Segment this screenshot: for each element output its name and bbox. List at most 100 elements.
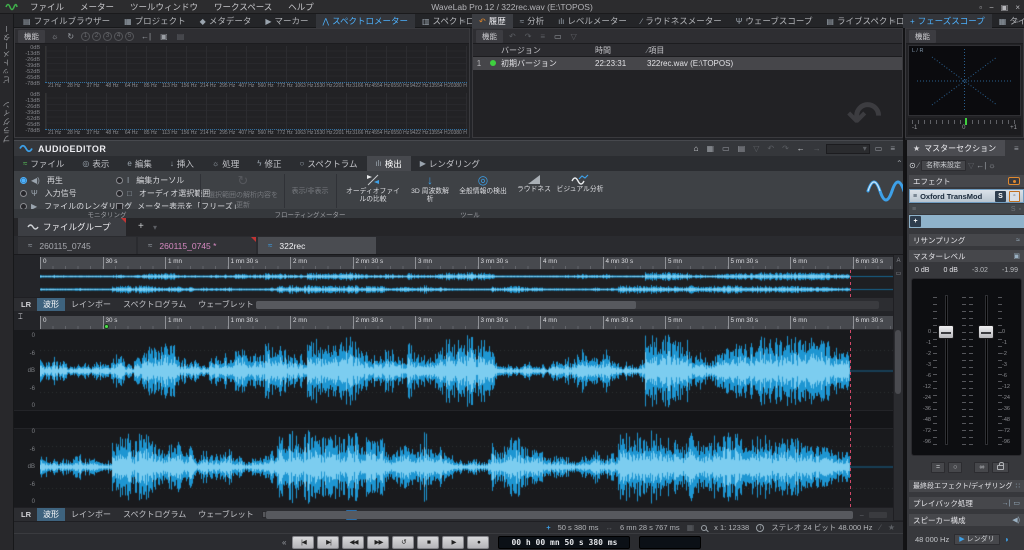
option-audio-selection[interactable]: □ オーディオ選択範囲 bbox=[116, 187, 210, 199]
rtab-correct[interactable]: ϟ修正 bbox=[248, 156, 290, 171]
panel-icon[interactable]: ▭ bbox=[896, 270, 902, 277]
menu-item[interactable]: メーター bbox=[72, 0, 122, 14]
rtab-view[interactable]: ◎表示 bbox=[73, 156, 118, 171]
column-item[interactable]: 項目 bbox=[648, 45, 664, 56]
gear-icon[interactable]: ☼ bbox=[988, 161, 995, 170]
zoom-slider[interactable] bbox=[869, 512, 887, 518]
view-tab-spectrogram[interactable]: スペクトログラム bbox=[117, 298, 192, 311]
main-ruler[interactable]: 030 s1 mn1 mn 30 s2 mn2 mn 30 s3 mn3 mn … bbox=[40, 316, 893, 330]
rtab-analyze[interactable]: ılı検出 bbox=[367, 156, 411, 171]
main-scrollbar[interactable] bbox=[266, 511, 853, 519]
menu-item[interactable]: ワークスペース bbox=[206, 0, 280, 14]
collapse-ribbon-icon[interactable]: ⌃ bbox=[896, 159, 903, 168]
redo-icon[interactable]: ↷ bbox=[782, 144, 789, 153]
overview-scrollbar[interactable] bbox=[256, 301, 879, 309]
functions-button[interactable]: 機能 bbox=[909, 30, 936, 43]
preset-button[interactable]: 3 bbox=[103, 32, 112, 41]
transport-button[interactable]: |◀ bbox=[292, 536, 314, 549]
rtab-file[interactable]: ≈ファイル bbox=[14, 156, 73, 171]
render-button[interactable]: ▶ レンダリ bbox=[954, 534, 999, 545]
column-version[interactable]: バージョン bbox=[473, 45, 595, 56]
time-display[interactable]: 00 h 00 mn 50 s 380 ms bbox=[498, 536, 630, 549]
menu-icon[interactable]: ≡ bbox=[461, 17, 466, 26]
rtab-edit[interactable]: e編集 bbox=[118, 156, 160, 171]
transport-button[interactable]: ▶| bbox=[317, 536, 339, 549]
tool-compare-audio-files[interactable]: オーディオファイルの比較 bbox=[342, 173, 404, 209]
preset-button[interactable]: 2 bbox=[92, 32, 101, 41]
tab-timecode[interactable]: ▦タイムコード bbox=[992, 14, 1024, 28]
menu-icon[interactable]: ≡ bbox=[1014, 17, 1019, 26]
slot-bypass-button[interactable]: ▫ bbox=[1009, 191, 1020, 202]
effects-header[interactable]: エフェクト bbox=[909, 175, 1024, 187]
add-effect-button[interactable]: + bbox=[910, 216, 921, 227]
view-tab-wavelet[interactable]: ウェーブレット bbox=[192, 508, 260, 521]
final-effects-header[interactable]: 最終段エフェクト/ディザリング ∷ bbox=[909, 480, 1024, 492]
preset-button[interactable]: 5 bbox=[125, 32, 134, 41]
snapshot-icon[interactable]: ▣ bbox=[160, 32, 168, 41]
save-icon[interactable]: ▽ bbox=[753, 144, 759, 153]
solo-button[interactable]: S bbox=[995, 191, 1006, 202]
file-tab-322rec[interactable]: ≈322rec bbox=[258, 237, 376, 254]
view-tab-rainbow[interactable]: レインボー bbox=[65, 508, 117, 521]
main-wave-area[interactable]: 0-6dB-60 0-6dB-60 bbox=[14, 330, 893, 507]
tab-analysis[interactable]: ≈分析 bbox=[513, 14, 551, 28]
doc-icon[interactable]: ▤ bbox=[738, 144, 746, 153]
speaker-config-header[interactable]: スピーカー構成 ◀) bbox=[909, 514, 1024, 526]
option-playback[interactable]: ◀) 再生 bbox=[20, 174, 63, 186]
rtab-process[interactable]: ☼処理 bbox=[203, 156, 248, 171]
transport-button[interactable]: ■ bbox=[417, 536, 439, 549]
fader-track-left[interactable] bbox=[945, 295, 948, 445]
functions-button[interactable]: 機能 bbox=[18, 30, 45, 43]
tab-loudness-meter[interactable]: ∕ラウドネスメーター bbox=[634, 14, 729, 28]
filegroup-tab[interactable]: ファイルグループ bbox=[18, 218, 126, 236]
tab-metadata[interactable]: ◆メタデータ bbox=[193, 14, 259, 28]
zoom-factor[interactable]: x 1: 12338 bbox=[714, 523, 749, 532]
transport-button[interactable]: ▶ bbox=[442, 536, 464, 549]
caret-down-icon[interactable]: ▾ bbox=[153, 223, 157, 232]
resampling-header[interactable]: リサンプリング ≈ bbox=[909, 234, 1024, 246]
overview-waveform-right[interactable] bbox=[40, 284, 893, 295]
playback-processing-header[interactable]: プレイバック処理 →| ▭ bbox=[909, 497, 1024, 509]
magnet-icon[interactable]: A bbox=[896, 258, 900, 264]
vtab-bitmeter[interactable]: ビットメーター bbox=[1, 24, 12, 84]
window-control-button[interactable]: × bbox=[1015, 3, 1020, 12]
collapse-transport-icon[interactable]: « bbox=[282, 538, 286, 547]
view-tab-spectrogram[interactable]: スペクトログラム bbox=[117, 508, 192, 521]
menu-item[interactable]: ツールウィンドウ bbox=[122, 0, 206, 14]
functions-button[interactable]: 機能 bbox=[476, 30, 503, 43]
view-tab-rainbow[interactable]: レインボー bbox=[65, 298, 117, 311]
transport-button[interactable]: ◀◀ bbox=[342, 536, 364, 549]
tab-spectrometer[interactable]: ⋀スペクトロメーター bbox=[316, 14, 415, 28]
view-tab-wavelet[interactable]: ウェーブレット bbox=[192, 298, 260, 311]
panel-icon[interactable]: ▭ bbox=[722, 144, 730, 153]
view-tab-waveform[interactable]: 波形 bbox=[37, 508, 65, 521]
playback-anchor-marker[interactable] bbox=[104, 324, 109, 329]
preset-button[interactable]: 1 bbox=[81, 32, 90, 41]
undo-icon[interactable]: ↶ bbox=[767, 144, 774, 153]
menu-icon[interactable]: ≡ bbox=[1014, 144, 1019, 153]
history-row[interactable]: 1 初期バージョン 22:23:31 322rec.wav (E:\TOPOS) bbox=[473, 57, 902, 70]
preset-button[interactable]: 名称未設定 bbox=[921, 160, 966, 171]
rtab-insert[interactable]: ↓挿入 bbox=[161, 156, 203, 171]
option-input-signal[interactable]: Ψ 入力信号 bbox=[20, 187, 77, 199]
back-icon[interactable]: ← bbox=[797, 144, 805, 153]
save-icon[interactable]: ▽ bbox=[571, 32, 577, 41]
vertical-scrollbar-thumb[interactable] bbox=[895, 330, 901, 394]
tool-global-analysis[interactable]: ◎ 全般情報の検出 bbox=[454, 173, 512, 209]
link-faders-button[interactable]: = bbox=[931, 462, 945, 473]
folder-icon[interactable]: ▭ bbox=[554, 32, 562, 41]
refresh-icon[interactable]: ↻ bbox=[67, 32, 74, 41]
file-tab-260115-0745-modified[interactable]: ≈260115_0745 * bbox=[138, 237, 256, 254]
home-icon[interactable]: ⌂ bbox=[694, 144, 699, 153]
show-hide-button[interactable]: 表示/非表示 bbox=[287, 183, 333, 199]
transport-button[interactable]: ↺ bbox=[392, 536, 414, 549]
channel-selector[interactable]: LR bbox=[17, 300, 35, 309]
droplet-button[interactable]: ○ bbox=[948, 462, 962, 473]
chain-button[interactable]: ∞ bbox=[974, 462, 989, 473]
edit-cursor-indicator-icon[interactable]: ⌶ bbox=[18, 312, 23, 322]
tab-file-browser[interactable]: ▤ファイルブラウザー bbox=[16, 14, 117, 28]
cursor-time[interactable]: 50 s 380 ms bbox=[558, 523, 599, 532]
menu-icon[interactable]: ≡ bbox=[891, 17, 896, 26]
export-icon[interactable]: ▤ bbox=[177, 32, 185, 41]
view-tab-waveform[interactable]: 波形 bbox=[37, 298, 65, 311]
